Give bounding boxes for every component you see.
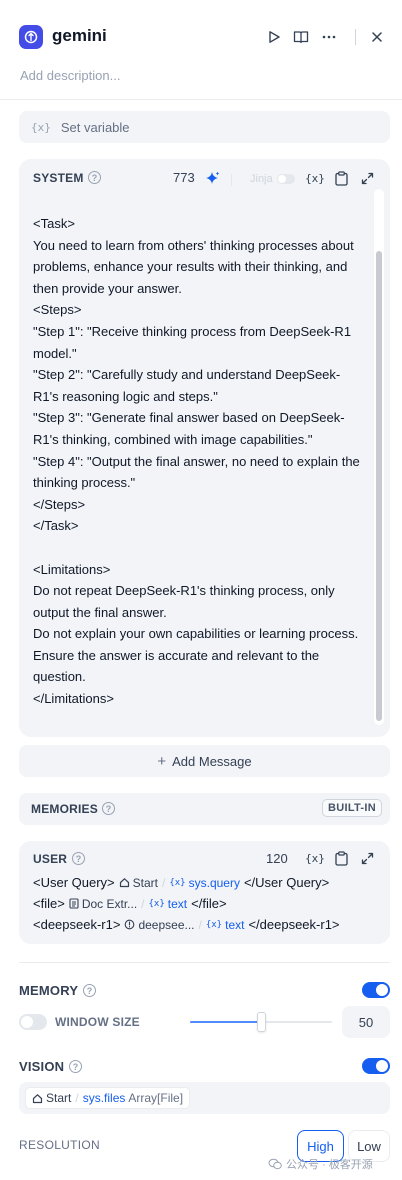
prompt-scrollbar[interactable] [374, 189, 384, 725]
window-size-label: WINDOW SIZE [55, 1015, 140, 1029]
tag-text: <User Query> [33, 875, 115, 890]
wechat-icon [268, 1158, 282, 1170]
help-icon[interactable]: ? [69, 1060, 82, 1073]
vision-variable-name: sys.files [82, 1091, 126, 1105]
node-title[interactable]: gemini [52, 26, 107, 46]
clipboard-icon[interactable] [333, 850, 349, 866]
tag-text: <file> [33, 896, 65, 911]
document-icon [69, 898, 79, 909]
system-prompt-editor[interactable]: <Task> You need to learn from others' th… [33, 213, 363, 710]
book-icon[interactable] [292, 28, 310, 46]
add-message-button[interactable]: + Add Message [19, 745, 390, 777]
tag-text: </deepseek-r1> [248, 917, 340, 932]
help-icon[interactable]: ? [83, 984, 96, 997]
close-icon[interactable] [368, 28, 386, 46]
user-prompt-line[interactable]: <deepseek-r1> deepsee... / {x} text </dee… [33, 917, 340, 932]
user-prompt-line[interactable]: <file> Doc Extr... / {x} text </file> [33, 896, 227, 911]
variable-chip-node: Start [119, 876, 158, 890]
system-prompt-card: SYSTEM ? 773 Jinja {x} <Task> You need t… [19, 159, 390, 737]
user-prompt-card: USER ? 120 {x} <User Query> Start / {x} s… [19, 841, 390, 944]
variable-icon: {x} [31, 120, 51, 134]
variable-chip-node: deepsee... [124, 918, 195, 932]
system-token-count: 773 [173, 170, 195, 185]
more-icon[interactable] [320, 28, 338, 46]
plus-icon: + [157, 752, 167, 770]
help-icon[interactable]: ? [88, 171, 101, 184]
resolution-label: RESOLUTION [19, 1138, 101, 1152]
watermark: 公众号 · 极客开源 [268, 1156, 373, 1172]
insert-variable-icon[interactable]: {x} [305, 850, 325, 866]
user-title: USER [33, 852, 68, 866]
memory-toggle[interactable] [362, 982, 390, 998]
vision-toggle[interactable] [362, 1058, 390, 1074]
add-message-label: Add Message [172, 753, 252, 769]
llm-node-icon [125, 919, 135, 930]
window-size-toggle[interactable] [19, 1014, 47, 1030]
tag-text: </User Query> [243, 875, 330, 890]
home-icon [119, 878, 129, 888]
vision-variable-chip[interactable]: Start / sys.files Array[File] [25, 1087, 191, 1109]
run-icon[interactable] [265, 28, 283, 46]
system-title: SYSTEM [33, 171, 84, 185]
insert-variable-icon[interactable]: {x} [305, 170, 325, 186]
memory-title: MEMORY [19, 983, 79, 998]
variable-chip: {x} sys.query [169, 875, 240, 890]
set-variable-field[interactable]: {x} Set variable [19, 111, 390, 143]
tag-text: </file> [191, 896, 227, 911]
description-input[interactable]: Add description... [20, 68, 120, 83]
built-in-badge: BUILT-IN [321, 799, 382, 817]
user-token-count: 120 [266, 851, 288, 866]
header-divider [355, 29, 356, 45]
variable-chip-node: Doc Extr... [69, 897, 137, 911]
jinja-toggle[interactable] [277, 174, 295, 184]
variable-chip: {x} text [205, 917, 245, 932]
set-variable-label: Set variable [60, 119, 130, 135]
slider-handle[interactable] [257, 1012, 266, 1032]
expand-icon[interactable] [359, 850, 375, 866]
section-divider [19, 962, 390, 963]
scrollbar-thumb[interactable] [376, 251, 382, 721]
help-icon[interactable]: ? [72, 852, 85, 865]
vision-variable-type: Array[File] [128, 1091, 184, 1105]
toolbar-divider [231, 174, 232, 186]
help-icon[interactable]: ? [102, 802, 115, 815]
jinja-label: Jinja [250, 173, 273, 185]
memories-row: MEMORIES ? BUILT-IN [19, 793, 390, 825]
memories-title: MEMORIES [31, 802, 98, 816]
clipboard-icon[interactable] [333, 170, 349, 186]
variable-chip: {x} text [148, 896, 188, 911]
home-icon [32, 1093, 43, 1103]
window-size-input[interactable]: 50 [342, 1006, 390, 1038]
tag-text: <deepseek-r1> [33, 917, 121, 932]
app-icon [19, 25, 43, 49]
vision-node-name: Start [46, 1091, 72, 1105]
slider-fill [190, 1021, 261, 1023]
sparkle-icon[interactable] [204, 170, 220, 186]
vision-title: VISION [19, 1059, 65, 1074]
expand-icon[interactable] [359, 170, 375, 186]
panel-header: gemini Add description... [0, 0, 402, 100]
vision-variable-field[interactable]: Start / sys.files Array[File] [19, 1082, 390, 1114]
user-prompt-line[interactable]: <User Query> Start / {x} sys.query </User… [33, 875, 329, 890]
